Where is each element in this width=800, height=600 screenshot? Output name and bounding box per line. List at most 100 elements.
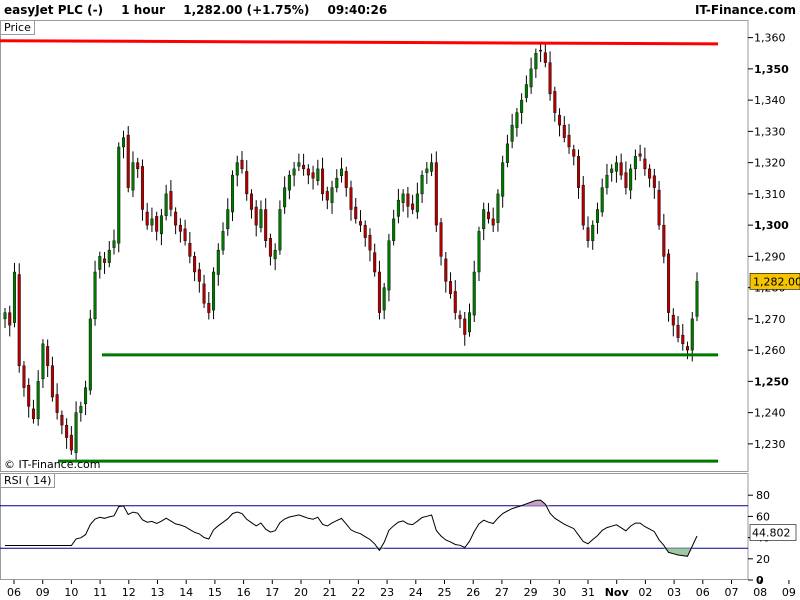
time-tick-label: 31: [581, 586, 595, 599]
candle-body: [216, 249, 220, 275]
candle-body: [287, 174, 291, 191]
time-tick-label: 07: [725, 586, 739, 599]
candle-body: [586, 227, 590, 241]
candle-body: [600, 187, 604, 213]
candle-body: [524, 84, 528, 98]
chart-canvas[interactable]: 06 09 10 11 12 13 14 15 16 17 20 21 22 23 24 25 26 27 29 30…: [0, 0, 800, 600]
candle-body: [159, 215, 163, 235]
time-tick-label: 23: [380, 586, 394, 599]
candle-body: [491, 218, 495, 226]
candle-body: [169, 191, 173, 210]
time-tick-label: 17: [265, 586, 279, 599]
time-tick-label: 08: [753, 586, 767, 599]
rsi-series: [0, 499, 748, 557]
price-tick-label: 1,290: [754, 250, 786, 263]
rsi-overbought-fill: [5, 500, 697, 506]
time-tick-label: 09: [782, 586, 796, 599]
rsi-tick-label: 80: [756, 489, 770, 502]
candle-body: [629, 168, 633, 191]
candle-body: [174, 211, 178, 226]
time-tick-label: Nov: [605, 586, 630, 599]
candle-body: [392, 218, 396, 241]
candle-body: [79, 406, 83, 413]
candle-body: [344, 171, 348, 188]
candle-body: [401, 193, 405, 203]
rsi-tick-label: 60: [756, 510, 770, 523]
price-tick-label: 1,310: [754, 188, 786, 201]
candle-body: [595, 209, 599, 223]
candle-body: [131, 162, 135, 191]
candle-body: [505, 143, 509, 163]
candle-body: [273, 249, 277, 260]
candle-body: [31, 408, 35, 420]
candle-body: [231, 174, 235, 213]
price-tick-label: 1,250: [754, 375, 789, 388]
candle-body: [335, 178, 339, 188]
candle-body: [482, 209, 486, 230]
candle-body: [458, 314, 462, 320]
candle-body: [610, 168, 614, 173]
candle-body: [283, 187, 287, 208]
rsi-tick-label: 20: [756, 553, 770, 566]
candle-body: [430, 162, 434, 172]
candle-body: [136, 162, 140, 170]
candle-body: [221, 231, 225, 251]
candle-body: [520, 99, 524, 113]
candle-body: [449, 281, 453, 295]
candle-body: [50, 365, 54, 398]
candle-body: [643, 158, 647, 170]
candle-body: [619, 162, 623, 176]
candle-body: [358, 221, 362, 226]
candle-body: [8, 312, 12, 326]
candle-body: [55, 394, 59, 413]
candle-body: [249, 193, 253, 210]
rsi-pane: [0, 473, 749, 580]
candlestick-series: [3, 43, 699, 460]
candle-body: [562, 124, 566, 138]
candle-body: [183, 228, 187, 241]
candle-body: [145, 211, 149, 226]
candle-body: [486, 211, 490, 220]
candle-body: [510, 124, 514, 142]
candle-body: [667, 253, 671, 313]
price-tick-label: 1,330: [754, 125, 786, 138]
time-tick-label: 29: [524, 586, 538, 599]
candle-body: [268, 238, 272, 257]
candle-body: [93, 271, 97, 320]
time-tick-label: 16: [237, 586, 251, 599]
rsi-tick-label: 0: [756, 574, 764, 587]
candle-body: [117, 146, 121, 244]
candle-body: [463, 318, 467, 335]
candle-body: [107, 249, 111, 263]
candle-body: [140, 166, 144, 210]
price-pane-label: Price: [0, 20, 35, 35]
candle-body: [297, 162, 301, 167]
candle-body: [477, 231, 481, 273]
candle-body: [638, 153, 642, 157]
candle-body: [302, 164, 306, 170]
candle-body: [624, 172, 628, 188]
candle-body: [681, 334, 685, 345]
candle-body: [306, 168, 310, 176]
candle-body: [354, 206, 358, 220]
last-rsi-label: 44.802: [752, 527, 791, 540]
candle-body: [226, 209, 230, 230]
time-tick-label: 14: [179, 586, 193, 599]
candle-body: [434, 162, 438, 226]
candle-body: [74, 412, 78, 453]
candle-body: [472, 271, 476, 316]
candle-body: [558, 114, 562, 126]
time-tick-label: 03: [667, 586, 681, 599]
candle-body: [439, 222, 443, 257]
candle-body: [662, 224, 666, 257]
candle-body: [539, 49, 543, 52]
time-tick-label: 26: [466, 586, 480, 599]
candle-body: [420, 174, 424, 195]
price-tick-label: 1,230: [754, 438, 786, 451]
candle-body: [60, 414, 64, 426]
candle-body: [529, 68, 533, 88]
time-axis: 06 09 10 11 12 13 14 15 16 17 20 21 22 23 24 25 26 27 29 30…: [7, 580, 796, 599]
time-tick-label: 06: [696, 586, 710, 599]
price-tick-label: 1,300: [754, 219, 789, 232]
rsi-axis: 02040608044.802: [748, 489, 797, 587]
